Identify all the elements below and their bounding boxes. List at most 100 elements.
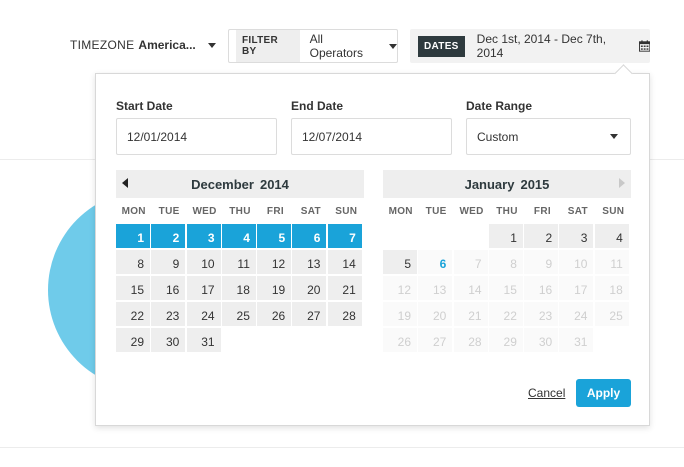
month-year: 2014 (259, 176, 289, 192)
calendar-day-selected[interactable]: 1 (116, 224, 150, 248)
calendar-day-disabled: 27 (418, 328, 453, 352)
calendar-day[interactable]: 5 (383, 250, 417, 274)
end-date-value: 12/07/2014 (302, 129, 363, 144)
calendar-day[interactable]: 9 (151, 250, 186, 274)
date-range-select[interactable]: Custom (466, 118, 631, 155)
calendar-day[interactable]: 21 (327, 276, 362, 300)
date-picker-popover: Start Date 12/01/2014 End Date 12/07/201… (95, 64, 650, 426)
calendar-day[interactable]: 15 (116, 276, 150, 300)
calendar-day-disabled: 11 (594, 250, 629, 274)
weekday-label: THU (229, 205, 251, 217)
calendar-day[interactable]: 23 (151, 302, 186, 326)
cancel-button[interactable]: Cancel (528, 386, 565, 400)
calendar-day-disabled: 20 (418, 302, 453, 326)
dates-tag: DATES (418, 35, 465, 57)
calendar-day[interactable]: 8 (116, 250, 150, 274)
weekday-label: THU (496, 205, 518, 217)
calendar-day-disabled: 9 (524, 250, 559, 274)
calendar-day-selected[interactable]: 5 (257, 224, 292, 248)
calendar-day-selected[interactable]: 7 (327, 224, 362, 248)
calendar-day[interactable]: 10 (186, 250, 221, 274)
calendar-day-disabled: 30 (524, 328, 559, 352)
calendar-day-selected[interactable]: 3 (186, 224, 221, 248)
calendar-day-selected[interactable]: 4 (221, 224, 256, 248)
calendar-day-empty (383, 224, 417, 248)
dates-value: Dec 1st, 2014 - Dec 7th, 2014 (476, 32, 607, 60)
calendar-day-empty (418, 224, 452, 248)
calendar-day[interactable]: 4 (594, 224, 629, 248)
weekday-label: FRI (533, 205, 551, 217)
filter-by-dropdown[interactable]: FILTER BY All Operators (228, 29, 398, 63)
filter-by-value: All Operators (309, 32, 363, 60)
popover-pointer (614, 64, 633, 83)
calendar-day-disabled: 22 (488, 302, 523, 326)
weekday-label: WED (459, 205, 484, 217)
calendar-day-selected[interactable]: 2 (151, 224, 186, 248)
calendar-day[interactable]: 31 (186, 328, 221, 352)
calendar-day-disabled: 28 (453, 328, 488, 352)
calendar-day[interactable]: 13 (292, 250, 327, 274)
calendar-day[interactable]: 3 (559, 224, 594, 248)
end-date-input[interactable]: 12/07/2014 (291, 118, 452, 155)
filter-by-tag: FILTER BY (236, 30, 300, 62)
calendar-icon (638, 40, 650, 52)
start-date-label: Start Date (116, 99, 173, 113)
start-date-input[interactable]: 12/01/2014 (116, 118, 277, 155)
calendar-day[interactable]: 26 (257, 302, 292, 326)
calendar-day[interactable]: 22 (116, 302, 150, 326)
calendar-day-empty (292, 328, 326, 352)
calendar-day-disabled: 21 (453, 302, 488, 326)
calendar-day[interactable]: 25 (221, 302, 256, 326)
calendar-day[interactable]: 1 (488, 224, 523, 248)
calendar-day[interactable]: 11 (221, 250, 256, 274)
calendar-day-disabled: 17 (559, 276, 594, 300)
calendar-january-2015: January 2015 MON TUE WED THU FRI SAT SUN 12345… (383, 170, 631, 352)
calendar-day[interactable]: 24 (186, 302, 221, 326)
calendar-header: December 2014 (116, 170, 364, 198)
date-range-label: Date Range (466, 99, 533, 113)
calendar-day[interactable]: 28 (327, 302, 362, 326)
calendar-day[interactable]: 2 (524, 224, 559, 248)
calendar-december-2014: December 2014 MON TUE WED THU FRI SAT SUN 1234… (116, 170, 364, 352)
weekday-label: SAT (567, 205, 588, 217)
timezone-dropdown[interactable]: TIMEZONE America... (70, 38, 216, 52)
month-name: December (191, 176, 254, 192)
calendar-day[interactable]: 27 (292, 302, 327, 326)
calendar-day[interactable]: 18 (221, 276, 256, 300)
dates-dropdown[interactable]: DATES Dec 1st, 2014 - Dec 7th, 2014 (410, 29, 650, 63)
weekday-row: MON TUE WED THU FRI SAT SUN (383, 198, 631, 224)
caret-down-icon (610, 134, 618, 139)
weekday-label: SUN (335, 205, 358, 217)
calendar-day[interactable]: 17 (186, 276, 221, 300)
next-month-icon[interactable] (619, 178, 625, 188)
calendar-day[interactable]: 19 (257, 276, 292, 300)
apply-button[interactable]: Apply (576, 379, 631, 407)
calendar-day-disabled: 14 (453, 276, 488, 300)
calendar-day-disabled: 19 (383, 302, 417, 326)
calendar-day-empty (257, 328, 291, 352)
calendar-day-empty (222, 328, 256, 352)
calendar-day-disabled: 23 (524, 302, 559, 326)
end-date-label: End Date (291, 99, 344, 113)
calendar-day[interactable]: 16 (151, 276, 186, 300)
calendar-day-empty (454, 224, 488, 248)
calendar-day[interactable]: 14 (327, 250, 362, 274)
timezone-label: TIMEZONE (70, 38, 135, 52)
weekday-label: TUE (158, 205, 180, 217)
weekday-label: MON (121, 205, 146, 217)
calendar-day-disabled: 29 (488, 328, 523, 352)
calendar-day-disabled: 7 (453, 250, 488, 274)
calendar-day-selected[interactable]: 6 (292, 224, 327, 248)
calendar-day-today[interactable]: 6 (418, 250, 453, 274)
prev-month-icon[interactable] (122, 178, 128, 188)
timezone-value: America... (138, 38, 196, 52)
date-range-value: Custom (477, 129, 519, 144)
calendar-day[interactable]: 20 (292, 276, 327, 300)
calendar-day[interactable]: 29 (116, 328, 150, 352)
weekday-row: MON TUE WED THU FRI SAT SUN (116, 198, 364, 224)
calendar-header: January 2015 (383, 170, 631, 198)
calendar-day[interactable]: 12 (257, 250, 292, 274)
weekday-label: MON (388, 205, 413, 217)
calendar-day[interactable]: 30 (151, 328, 186, 352)
day-grid: 1 2 3 4 5 6 7 8 9 10 11 12 13 14 15 16 17 18 19 20 21 22 23 24 2… (383, 224, 631, 352)
